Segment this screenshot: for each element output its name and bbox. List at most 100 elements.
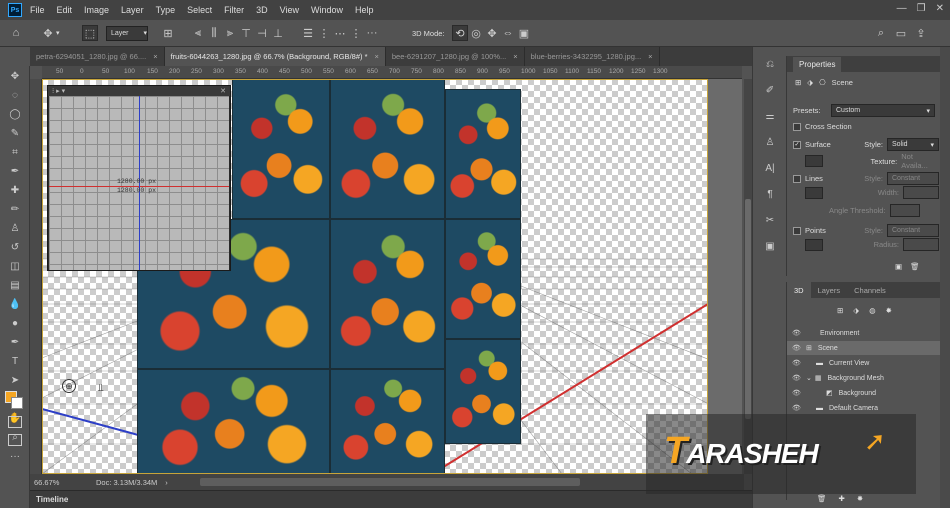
timeline-panel[interactable]: Timeline bbox=[30, 490, 752, 508]
eye-icon[interactable]: 👁 bbox=[792, 344, 802, 352]
more-options-icon[interactable]: ··· bbox=[364, 25, 380, 41]
distribute-h-icon[interactable]: ⋯ bbox=[332, 25, 348, 41]
menu-select[interactable]: Select bbox=[185, 5, 214, 15]
panel-scrollbar[interactable] bbox=[940, 47, 950, 508]
quick-select-tool-icon[interactable]: ✎ bbox=[4, 125, 26, 142]
materials-filter-icon[interactable]: ◍ bbox=[869, 306, 876, 315]
tab-channels[interactable]: Channels bbox=[847, 282, 893, 298]
eraser-tool-icon[interactable]: ◫ bbox=[4, 258, 26, 275]
workspace-icon[interactable]: ▭ bbox=[893, 24, 909, 42]
mesh-icon[interactable]: ⬗ bbox=[807, 78, 813, 87]
minimize-icon[interactable]: — bbox=[897, 3, 907, 14]
delete-icon[interactable]: 🗑 bbox=[910, 262, 920, 271]
menu-help[interactable]: Help bbox=[353, 5, 376, 15]
transform-controls-icon[interactable]: ⊞ bbox=[160, 24, 176, 42]
align-center-icon[interactable]: ⫼ bbox=[206, 25, 222, 41]
3d-item-background-mesh[interactable]: 👁 ⌄ ▦ Background Mesh bbox=[787, 371, 941, 385]
marquee-tool-icon[interactable]: ◌ bbox=[4, 87, 26, 104]
menu-file[interactable]: File bbox=[28, 5, 47, 15]
align-middle-icon[interactable]: ⊣ bbox=[254, 25, 270, 41]
properties-icon[interactable]: ▣ bbox=[759, 237, 781, 255]
dodge-tool-icon[interactable]: ● bbox=[4, 315, 26, 332]
distribute-space-icon[interactable]: ⋮ bbox=[348, 25, 364, 41]
path-select-icon[interactable]: ➤ bbox=[4, 372, 26, 389]
radius-input[interactable] bbox=[903, 238, 939, 251]
history-icon[interactable]: ⎌ bbox=[759, 55, 781, 73]
tab-properties[interactable]: Properties bbox=[793, 56, 842, 72]
brush-tool-icon[interactable]: ✏ bbox=[4, 201, 26, 218]
chevron-down-icon[interactable]: ⌄ bbox=[806, 374, 812, 382]
zoom-level[interactable]: 66.67% bbox=[34, 478, 84, 487]
move-tool-icon[interactable]: ✥ ▾ bbox=[40, 24, 59, 42]
3d-item-background[interactable]: 👁 ◩ Background bbox=[787, 386, 941, 400]
tab-bee[interactable]: bee-6291207_1280.jpg @ 100%... × bbox=[386, 47, 525, 66]
blur-tool-icon[interactable]: 💧 bbox=[4, 296, 26, 313]
menu-view[interactable]: View bbox=[278, 5, 301, 15]
lines-color-swatch[interactable] bbox=[805, 186, 823, 199]
home-icon[interactable]: ⌂ bbox=[8, 24, 24, 42]
eye-icon[interactable]: 👁 bbox=[792, 389, 802, 397]
healing-brush-icon[interactable]: ✚ bbox=[4, 182, 26, 199]
tab-3d[interactable]: 3D bbox=[787, 282, 811, 298]
clone-stamp-icon[interactable]: ♙ bbox=[4, 220, 26, 237]
scene-filter-icon[interactable]: ⊞ bbox=[837, 306, 843, 315]
delete-icon[interactable]: 🗑 bbox=[817, 494, 827, 503]
adjustments-icon[interactable]: ⚌ bbox=[759, 107, 781, 125]
tab-petra[interactable]: petra-6294051_1280.jpg @ 66.... × bbox=[30, 47, 165, 66]
eye-icon[interactable]: 👁 bbox=[792, 374, 802, 382]
menu-layer[interactable]: Layer bbox=[119, 5, 146, 15]
horizontal-scrollbar[interactable] bbox=[200, 478, 580, 486]
lines-style-dropdown[interactable]: Constant bbox=[887, 172, 939, 185]
close-icon[interactable]: × bbox=[375, 52, 379, 61]
presets-dropdown[interactable]: Custom ▾ bbox=[831, 104, 935, 117]
close-icon[interactable]: × bbox=[648, 52, 652, 61]
quick-mask-icon[interactable] bbox=[8, 416, 22, 428]
cross-section-checkbox[interactable] bbox=[793, 122, 801, 131]
align-bottom-icon[interactable]: ⊥ bbox=[270, 25, 286, 41]
width-input[interactable] bbox=[903, 186, 939, 199]
photoshop-logo-icon[interactable]: Ps bbox=[8, 3, 22, 17]
screen-mode-icon[interactable] bbox=[8, 434, 22, 446]
restore-icon[interactable]: ❐ bbox=[917, 3, 926, 14]
mesh-filter-icon[interactable]: ⬗ bbox=[853, 306, 859, 315]
brush-settings-icon[interactable]: ✐ bbox=[759, 81, 781, 99]
history-brush-icon[interactable]: ↺ bbox=[4, 239, 26, 256]
menu-edit[interactable]: Edit bbox=[55, 5, 75, 15]
distribute-icon[interactable]: ☰ bbox=[300, 25, 316, 41]
lines-checkbox[interactable] bbox=[793, 174, 801, 183]
3d-item-current-view[interactable]: 👁 ▬ Current View bbox=[787, 356, 941, 370]
tab-fruits[interactable]: fruits-6044263_1280.jpg @ 66.7% (Backgro… bbox=[164, 47, 386, 66]
points-checkbox[interactable] bbox=[793, 226, 801, 235]
scroll-thumb[interactable] bbox=[745, 199, 751, 419]
new-object-icon[interactable]: ✚ bbox=[839, 494, 845, 503]
align-top-icon[interactable]: ⊤ bbox=[238, 25, 254, 41]
render-icon[interactable]: ▣ bbox=[895, 262, 902, 271]
move-tool-icon[interactable]: ✥ bbox=[4, 68, 26, 85]
eyedropper-tool-icon[interactable]: ✒ bbox=[4, 163, 26, 180]
search-icon[interactable]: ⌕ bbox=[873, 24, 889, 42]
paragraph-icon[interactable]: ¶ bbox=[759, 185, 781, 203]
pen-tool-icon[interactable]: ✒ bbox=[4, 334, 26, 351]
points-color-swatch[interactable] bbox=[805, 238, 823, 251]
gradient-tool-icon[interactable]: ▤ bbox=[4, 277, 26, 294]
menu-filter[interactable]: Filter bbox=[222, 5, 246, 15]
points-style-dropdown[interactable]: Constant bbox=[887, 224, 939, 237]
align-right-icon[interactable]: ⫸ bbox=[222, 25, 238, 41]
lasso-tool-icon[interactable]: ◯ bbox=[4, 106, 26, 123]
surface-color-swatch[interactable] bbox=[805, 155, 823, 167]
roll-icon[interactable]: ◎ bbox=[468, 25, 484, 41]
tab-layers[interactable]: Layers bbox=[811, 282, 848, 298]
auto-select-dropdown[interactable]: Layer ▾ bbox=[106, 25, 148, 41]
crop-tool-icon[interactable]: ⌗ bbox=[4, 144, 26, 161]
tools-preset-icon[interactable]: ✂ bbox=[759, 211, 781, 229]
surface-style-dropdown[interactable]: Solid ▾ bbox=[887, 138, 939, 151]
eye-icon[interactable]: 👁 bbox=[792, 404, 802, 412]
orbit-icon[interactable]: ⟲ bbox=[452, 25, 468, 41]
close-icon[interactable]: × bbox=[513, 52, 517, 61]
clone-source-icon[interactable]: ♙ bbox=[759, 133, 781, 151]
eye-icon[interactable]: 👁 bbox=[792, 329, 802, 337]
lights-filter-icon[interactable]: ✸ bbox=[886, 306, 892, 315]
pan-icon[interactable]: ✥ bbox=[484, 25, 500, 41]
close-icon[interactable]: × bbox=[153, 52, 157, 61]
share-icon[interactable]: ⇪ bbox=[913, 24, 929, 42]
